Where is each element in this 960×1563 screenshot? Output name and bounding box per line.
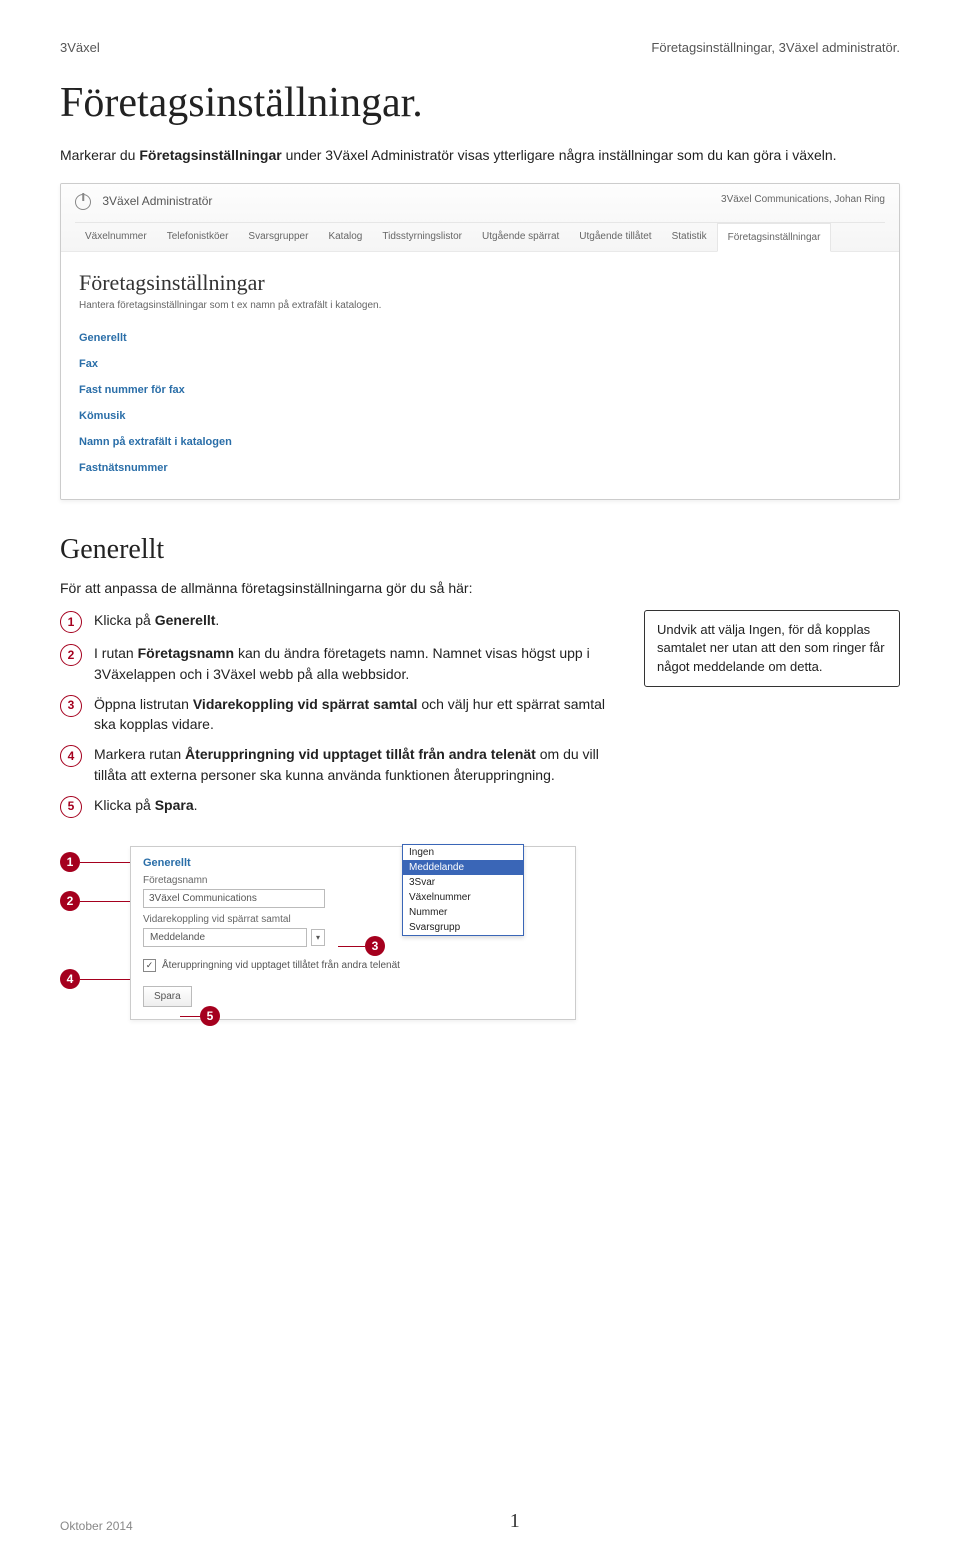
nav-item-active[interactable]: Företagsinställningar xyxy=(717,223,832,252)
chevron-down-icon[interactable]: ▾ xyxy=(311,929,325,946)
section-lead: För att anpassa de allmänna företagsinst… xyxy=(60,580,900,596)
document-title: Företagsinställningar. xyxy=(60,79,900,127)
nav-item[interactable]: Tidsstyrningslistor xyxy=(372,223,472,251)
step-bubble: 1 xyxy=(60,611,82,633)
page-footer: Oktober 2014 1 . xyxy=(60,1510,900,1533)
callout-line xyxy=(180,1016,200,1017)
section-title: Generellt xyxy=(60,534,900,566)
step-bold: Vidarekoppling vid spärrat samtal xyxy=(193,696,418,712)
nav-item[interactable]: Utgående spärrat xyxy=(472,223,569,251)
dropdown-option[interactable]: Växelnummer xyxy=(403,890,523,905)
step-bubble: 2 xyxy=(60,644,82,666)
callout-3: 3 xyxy=(365,936,385,956)
callback-checkbox[interactable]: ✓ xyxy=(143,959,156,972)
step-bold: Spara xyxy=(155,797,194,813)
nav-item[interactable]: Telefonistköer xyxy=(157,223,239,251)
header-left: 3Växel xyxy=(60,40,100,55)
nav-item[interactable]: Katalog xyxy=(318,223,372,251)
app-panel-sub: Hantera företagsinställningar som t ex n… xyxy=(79,300,881,311)
app-link[interactable]: Namn på extrafält i katalogen xyxy=(79,429,881,455)
intro-paragraph: Markerar du Företagsinställningar under … xyxy=(60,145,900,165)
app-link[interactable]: Generellt xyxy=(79,325,881,351)
header-right: Företagsinställningar, 3Växel administra… xyxy=(651,40,900,55)
step-row: 3 Öppna listrutan Vidarekoppling vid spä… xyxy=(60,694,620,735)
forward-dropdown: Ingen Meddelande 3Svar Växelnummer Numme… xyxy=(402,844,524,936)
forward-select[interactable]: Meddelande xyxy=(143,928,307,947)
page-header: 3Växel Företagsinställningar, 3Växel adm… xyxy=(60,40,900,55)
step-bubble: 3 xyxy=(60,695,82,717)
callout-5: 5 xyxy=(200,1006,220,1026)
step-text: Markera rutan xyxy=(94,746,185,762)
info-sidebox: Undvik att välja Ingen, för då kopplas s… xyxy=(644,610,900,687)
step-row: 1 Klicka på Generellt. xyxy=(60,610,620,633)
app-link[interactable]: Fast nummer för fax xyxy=(79,377,881,403)
callout-2: 2 xyxy=(60,891,80,911)
footer-date: Oktober 2014 xyxy=(60,1519,133,1533)
dropdown-option[interactable]: Svarsgrupp xyxy=(403,920,523,935)
dropdown-option[interactable]: Nummer xyxy=(403,905,523,920)
checkbox-label: Återuppringning vid upptaget tillåtet fr… xyxy=(162,960,400,971)
step-text: I rutan xyxy=(94,645,138,661)
step-text: Klicka på xyxy=(94,612,155,628)
app-link[interactable]: Fax xyxy=(79,351,881,377)
app-user-label: 3Växel Communications, Johan Ring xyxy=(721,194,885,205)
app-panel-title: Företagsinställningar xyxy=(79,270,881,296)
step-bubble: 4 xyxy=(60,745,82,767)
step-text: Öppna listrutan xyxy=(94,696,193,712)
step-row: 2 I rutan Företagsnamn kan du ändra före… xyxy=(60,643,620,684)
nav-item[interactable]: Utgående tillåtet xyxy=(569,223,661,251)
step-bubble: 5 xyxy=(60,796,82,818)
step-text: Klicka på xyxy=(94,797,155,813)
callout-line xyxy=(80,862,130,863)
step-text: . xyxy=(194,797,198,813)
app-link[interactable]: Kömusik xyxy=(79,403,881,429)
intro-bold: Företagsinställningar xyxy=(139,147,281,163)
intro-pre: Markerar du xyxy=(60,147,139,163)
nav-item[interactable]: Svarsgrupper xyxy=(238,223,318,251)
power-icon xyxy=(75,194,91,210)
step-row: 5 Klicka på Spara. xyxy=(60,795,620,818)
app-nav: Växelnummer Telefonistköer Svarsgrupper … xyxy=(75,222,885,251)
nav-item[interactable]: Växelnummer xyxy=(75,223,157,251)
step-row: 4 Markera rutan Återuppringning vid uppt… xyxy=(60,744,620,785)
app-link[interactable]: Fastnätsnummer xyxy=(79,455,881,481)
callout-line xyxy=(338,946,365,947)
app-title: 3Växel Administratör xyxy=(102,194,212,208)
step-bold: Företagsnamn xyxy=(138,645,234,661)
panel-screenshot: 1 2 4 Generellt Företagsnamn 3Växel Comm… xyxy=(60,846,900,1046)
app-links: Generellt Fax Fast nummer för fax Kömusi… xyxy=(79,325,881,481)
step-text: . xyxy=(215,612,219,628)
app-screenshot: 3Växel Communications, Johan Ring 3Växel… xyxy=(60,183,900,500)
page-number: 1 xyxy=(510,1510,520,1533)
callout-line xyxy=(80,979,130,980)
dropdown-option[interactable]: 3Svar xyxy=(403,875,523,890)
save-button[interactable]: Spara xyxy=(143,986,192,1007)
dropdown-option-selected[interactable]: Meddelande xyxy=(403,860,523,875)
company-input[interactable]: 3Växel Communications xyxy=(143,889,325,908)
intro-post: under 3Växel Administratör visas ytterli… xyxy=(282,147,837,163)
dropdown-option[interactable]: Ingen xyxy=(403,845,523,860)
step-bold: Återuppringning vid upptaget tillåt från… xyxy=(185,746,536,762)
callout-1: 1 xyxy=(60,852,80,872)
steps-list: 1 Klicka på Generellt. 2 I rutan Företag… xyxy=(60,610,620,828)
callout-4: 4 xyxy=(60,969,80,989)
step-bold: Generellt xyxy=(155,612,216,628)
callout-line xyxy=(80,901,130,902)
nav-item[interactable]: Statistik xyxy=(662,223,717,251)
